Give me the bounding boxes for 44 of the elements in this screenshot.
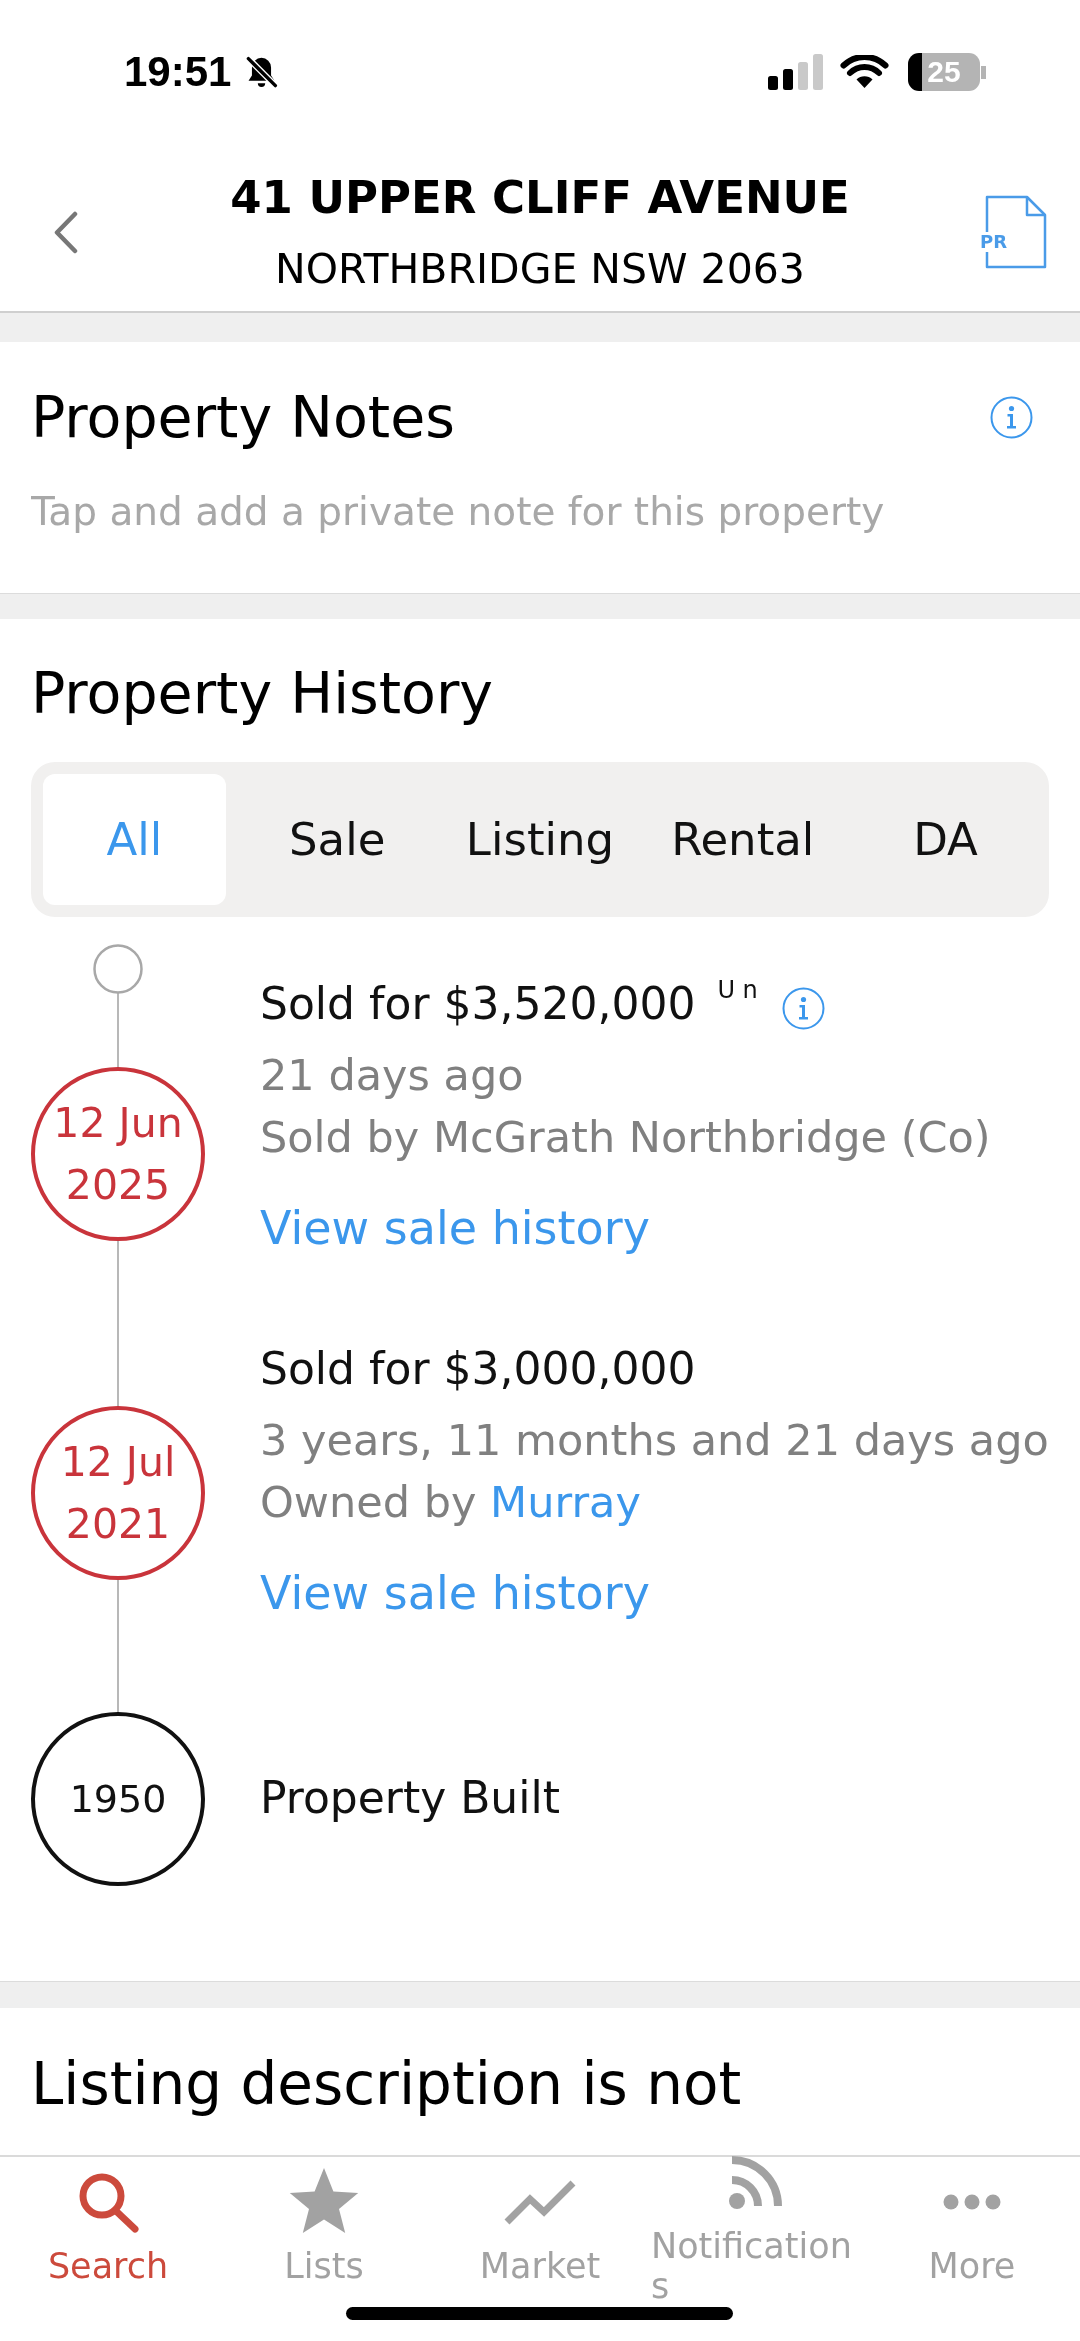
address-title: 41 UPPER CLIFF AVENUE bbox=[230, 170, 850, 226]
address-subtitle: NORTHBRIDGE NSW 2063 bbox=[275, 244, 805, 294]
signal-bars-icon bbox=[768, 54, 823, 90]
year-text: 2021 bbox=[65, 1499, 171, 1550]
timeline-ring-icon bbox=[93, 944, 143, 994]
filter-tab[interactable]: Rental bbox=[651, 774, 835, 905]
nav-tab[interactable]: Market bbox=[479, 2168, 601, 2286]
history-title: Property History bbox=[31, 659, 495, 728]
owner-link[interactable]: Murray bbox=[490, 1477, 641, 1527]
year-text: 2025 bbox=[65, 1160, 171, 1211]
sale-history-link[interactable]: View sale history bbox=[260, 1561, 650, 1625]
filter-tab[interactable]: DA bbox=[854, 774, 1037, 905]
report-button[interactable]: PR bbox=[977, 195, 1047, 269]
nav-tab[interactable]: Lists bbox=[284, 2168, 364, 2286]
info-icon[interactable] bbox=[990, 395, 1033, 439]
nav-tab[interactable]: Notifications bbox=[651, 2148, 861, 2306]
nav-tab[interactable]: Search bbox=[47, 2168, 169, 2286]
filter-tab[interactable]: All bbox=[43, 774, 226, 905]
chevron-left-icon bbox=[52, 210, 79, 254]
time-ago-text: 21 days ago bbox=[260, 1049, 524, 1102]
status-time: 19:51 bbox=[124, 47, 232, 97]
date-text: 12 Jul bbox=[60, 1437, 176, 1488]
filter-tab[interactable]: Sale bbox=[245, 774, 429, 905]
date-text: 1950 bbox=[69, 1776, 167, 1823]
nav-tab[interactable]: More bbox=[928, 2168, 1016, 2286]
filter-tab[interactable]: Listing bbox=[448, 774, 632, 905]
built-text: Property Built bbox=[260, 1771, 560, 1825]
date-text: 12 Jun bbox=[53, 1098, 183, 1149]
sale-history-link[interactable]: View sale history bbox=[260, 1196, 650, 1260]
time-ago-text: 3 years, 11 months and 21 days ago bbox=[260, 1414, 1049, 1467]
event-detail: Sold by McGrath Northbridge (Co) bbox=[260, 1111, 991, 1164]
event-detail: Owned by Murray bbox=[260, 1476, 641, 1529]
trend-line-icon bbox=[504, 2178, 576, 2225]
feed-icon bbox=[728, 2153, 784, 2210]
battery-indicator: 25 bbox=[908, 53, 986, 91]
wifi-icon bbox=[840, 54, 889, 90]
more-dots-icon bbox=[943, 2193, 1001, 2210]
listing-description-text: Listing description is not bbox=[31, 2049, 743, 2120]
superscript-text: U n bbox=[717, 975, 758, 1005]
event-title: Sold for $3,520,000 bbox=[260, 977, 696, 1031]
event-title: Sold for $3,000,000 bbox=[260, 1342, 696, 1396]
notes-title: Property Notes bbox=[31, 383, 455, 452]
note-field[interactable]: Tap and add a private note for this property bbox=[31, 484, 1033, 540]
info-icon[interactable] bbox=[781, 986, 825, 1030]
